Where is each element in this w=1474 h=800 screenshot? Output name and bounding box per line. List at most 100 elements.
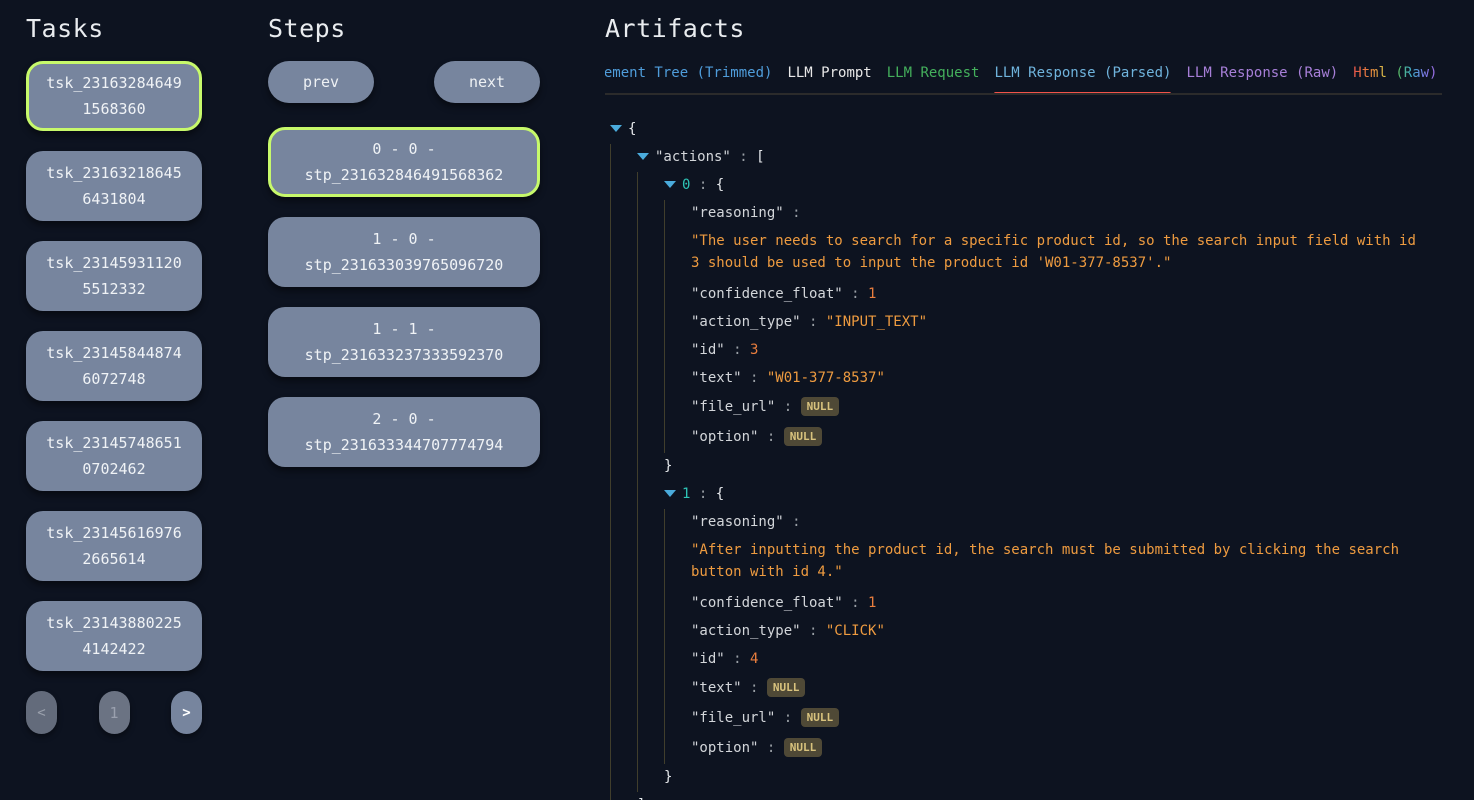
json-punc: : [775,399,800,415]
indent-guide [610,481,637,509]
json-string: "CLICK" [826,623,885,639]
indent-guide [664,509,691,537]
tab-llm-prompt[interactable]: LLM Prompt [787,65,871,93]
indent-guide [610,337,637,365]
json-punc: : [843,286,868,302]
indent-guide [610,537,637,590]
step-button[interactable]: 0 - 0 - stp_231632846491568362 [268,127,540,197]
tree-line-content: 1 : { [664,481,724,509]
indent-guide [610,172,637,200]
json-punc: : [690,177,715,193]
tab-llm-response-parsed[interactable]: LLM Response (Parsed) [994,65,1171,93]
tree-line: ] [605,792,1442,800]
prev-button[interactable]: prev [268,61,374,103]
tree-line-content: "actions" : [ [637,144,765,172]
tree-line-content: ] [637,792,645,800]
tree-line-content: "confidence_float" : 1 [691,281,876,309]
indent-guide [610,704,637,734]
collapse-arrow-icon[interactable] [637,153,649,160]
task-button[interactable]: tsk_231457486510702462 [26,421,202,491]
task-button[interactable]: tsk_231632846491568360 [26,61,202,131]
collapse-arrow-icon[interactable] [610,125,622,132]
step-button[interactable]: 2 - 0 - stp_231633344707774794 [268,397,540,467]
json-key: "option" [691,740,758,756]
json-key: "id" [691,651,725,667]
indent-guide [637,228,664,281]
tree-line-content: "file_url" : NULL [691,704,839,734]
tree-line-content: "The user needs to search for a specific… [691,228,1427,281]
collapse-arrow-icon[interactable] [664,490,676,497]
tree-line: "action_type" : "CLICK" [605,618,1442,646]
tree-line-content: "text" : "W01-377-8537" [691,365,885,393]
indent-guide [637,509,664,537]
json-punc: : [843,595,868,611]
json-key: "confidence_float" [691,595,843,611]
indent-guide [637,618,664,646]
task-button[interactable]: tsk_231456169762665614 [26,511,202,581]
indent-guide [637,734,664,764]
tree-line-content: } [664,764,672,792]
tree-line-content: "confidence_float" : 1 [691,590,876,618]
null-badge: NULL [801,397,840,416]
json-punc: : [742,370,767,386]
next-button[interactable]: next [434,61,540,103]
indent-guide [610,309,637,337]
tree-line-content: "action_type" : "CLICK" [691,618,885,646]
json-key: "text" [691,680,742,696]
json-punc: : [758,740,783,756]
indent-guide [637,200,664,228]
json-key: "action_type" [691,314,801,330]
tree-line: "option" : NULL [605,423,1442,453]
indent-guide [610,646,637,674]
tree-line: "reasoning" : [605,509,1442,537]
indent-guide [664,537,691,590]
tree-line: "option" : NULL [605,734,1442,764]
tab-html-raw[interactable]: Html (Raw) [1353,65,1437,93]
json-key: "actions" [655,149,731,165]
task-button[interactable]: tsk_231458448746072748 [26,331,202,401]
pagination-prev-button[interactable]: < [26,691,57,734]
artifacts-tabrow: Element Tree (Trimmed) LLM Prompt LLM Re… [605,65,1442,93]
indent-guide [610,734,637,764]
json-number: 1 [868,286,876,302]
task-button[interactable]: tsk_231459311205512332 [26,241,202,311]
indent-guide [637,393,664,423]
tab-llm-response-raw[interactable]: LLM Response (Raw) [1186,65,1338,93]
tree-line: "id" : 3 [605,337,1442,365]
indent-guide [637,337,664,365]
json-punc: : [725,342,750,358]
tasks-title: Tasks [26,14,202,43]
task-button[interactable]: tsk_231438802254142422 [26,601,202,671]
app-root: Tasks tsk_231632846491568360 tsk_2316321… [0,0,1474,800]
step-button[interactable]: 1 - 1 - stp_231633237333592370 [268,307,540,377]
tab-element-tree-trimmed[interactable]: Element Tree (Trimmed) [605,65,772,93]
artifacts-panel: Artifacts Element Tree (Trimmed) LLM Pro… [605,0,1442,800]
collapse-arrow-icon[interactable] [664,181,676,188]
indent-guide [664,281,691,309]
json-punc: : [758,429,783,445]
pagination-next-button[interactable]: > [171,691,202,734]
indent-guide [664,337,691,365]
indent-guide [610,618,637,646]
json-key: "reasoning" [691,205,784,221]
indent-guide [610,281,637,309]
task-button[interactable]: tsk_231632186456431804 [26,151,202,221]
json-key: "option" [691,429,758,445]
indent-guide [637,281,664,309]
json-key: "file_url" [691,710,775,726]
tree-line-content: "option" : NULL [691,734,822,764]
pagination-page-button[interactable]: 1 [99,691,130,734]
indent-guide [610,144,637,172]
indent-guide [610,590,637,618]
artifacts-title: Artifacts [605,14,1442,43]
indent-guide [610,764,637,792]
step-button[interactable]: 1 - 0 - stp_231633039765096720 [268,217,540,287]
json-key: "reasoning" [691,514,784,530]
tree-line-content: "id" : 3 [691,337,758,365]
tree-line: "actions" : [ [605,144,1442,172]
tree-line: "confidence_float" : 1 [605,281,1442,309]
indent-guide [664,393,691,423]
indent-guide [664,618,691,646]
tree-line-content: "reasoning" : [691,200,801,228]
tab-llm-request[interactable]: LLM Request [887,65,980,93]
